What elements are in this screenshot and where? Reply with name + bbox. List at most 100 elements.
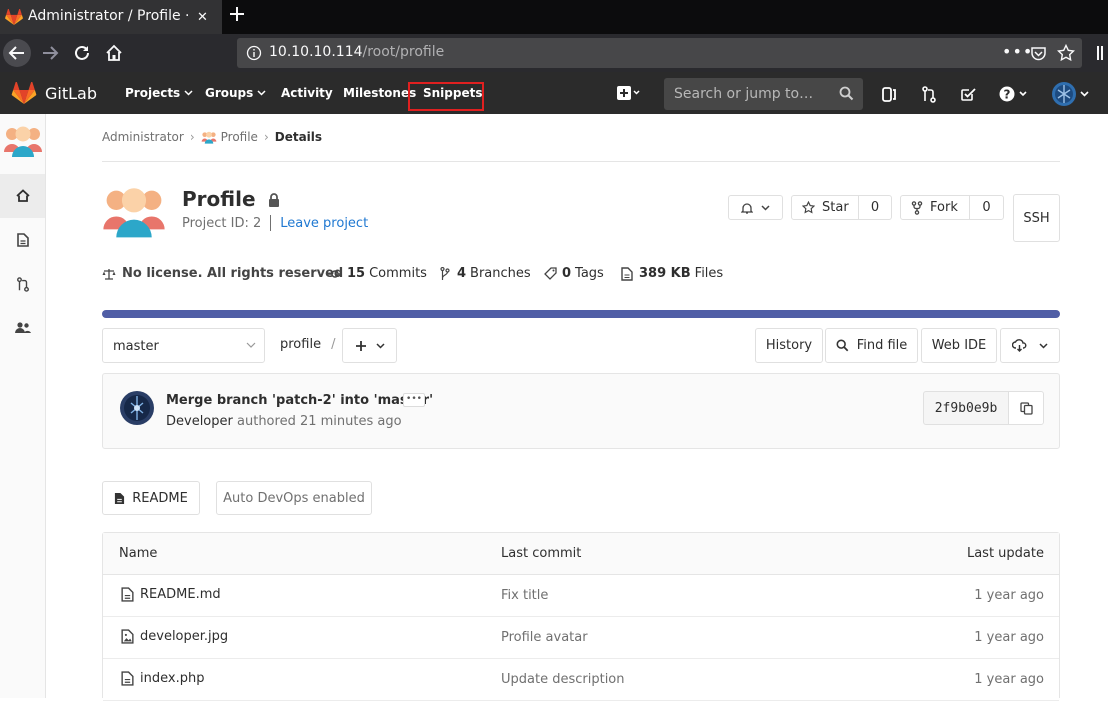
- readme-button[interactable]: README: [102, 481, 200, 515]
- tags-stat[interactable]: 0 Tags: [544, 266, 604, 281]
- commit-author-avatar[interactable]: [120, 391, 154, 425]
- file-tree-table: Name Last commit Last update README.md F…: [102, 532, 1060, 701]
- search-icon: [836, 339, 849, 352]
- commit-message[interactable]: Merge branch 'patch-2' into 'master': [166, 393, 433, 408]
- fork-icon: [911, 200, 923, 215]
- table-header: Name Last commit Last update: [103, 533, 1059, 575]
- file-name[interactable]: README.md: [140, 587, 221, 602]
- license-stat[interactable]: No license. All rights reserved: [102, 266, 347, 281]
- repo-path[interactable]: profile: [280, 337, 321, 352]
- web-ide-button[interactable]: Web IDE: [921, 328, 997, 363]
- new-plus-icon[interactable]: [616, 85, 640, 101]
- file-name-cell[interactable]: developer.jpg: [121, 629, 228, 644]
- url-bar[interactable]: 10.10.10.114/root/profile •••: [237, 38, 1082, 68]
- nav-milestones[interactable]: Milestones: [343, 86, 416, 100]
- cloud-download-icon: [1012, 339, 1027, 352]
- file-name-cell[interactable]: README.md: [121, 587, 221, 602]
- file-last-commit[interactable]: Update description: [501, 672, 625, 687]
- commits-label: Commits: [369, 266, 427, 281]
- nav-groups[interactable]: Groups: [205, 86, 266, 100]
- table-row[interactable]: developer.jpg Profile avatar 1 year ago: [103, 617, 1059, 659]
- repo-path-separator: /: [331, 337, 336, 352]
- nav-activity[interactable]: Activity: [281, 86, 333, 100]
- commits-stat[interactable]: 15 Commits: [328, 266, 427, 281]
- page-actions-icon[interactable]: •••: [1002, 42, 1033, 61]
- auto-devops-button[interactable]: Auto DevOps enabled: [216, 481, 372, 515]
- breadcrumb-profile[interactable]: Profile: [221, 130, 258, 144]
- column-header-last-update: Last update: [966, 546, 1044, 561]
- notification-dropdown[interactable]: [728, 195, 783, 220]
- file-last-commit[interactable]: Profile avatar: [501, 630, 588, 645]
- nav-projects[interactable]: Projects: [125, 86, 193, 100]
- file-name[interactable]: developer.jpg: [140, 629, 228, 644]
- fork-count[interactable]: 0: [969, 195, 1004, 220]
- sidebar-project-avatar[interactable]: [0, 118, 45, 162]
- branches-stat[interactable]: 4 Branches: [440, 266, 531, 281]
- todos-icon[interactable]: [960, 86, 976, 103]
- download-dropdown[interactable]: [1000, 328, 1060, 363]
- table-row[interactable]: index.php Update description 1 year ago: [103, 659, 1059, 701]
- star-count[interactable]: 0: [858, 195, 892, 220]
- project-avatar: [102, 181, 166, 239]
- add-to-tree-dropdown[interactable]: [342, 328, 397, 363]
- commit-time: authored 21 minutes ago: [237, 414, 402, 429]
- file-last-commit[interactable]: Fix title: [501, 588, 548, 603]
- search-icon: [839, 86, 854, 101]
- gitlab-brand[interactable]: GitLab: [45, 84, 97, 103]
- forward-button[interactable]: [38, 34, 62, 72]
- star-button[interactable]: Star: [791, 195, 859, 220]
- search-input[interactable]: Search or jump to…: [664, 78, 863, 110]
- issues-icon[interactable]: [881, 86, 897, 103]
- reload-icon[interactable]: [70, 34, 94, 72]
- file-text-icon: [121, 587, 134, 602]
- sidebar-item-members[interactable]: [0, 306, 45, 350]
- bookmark-star-icon[interactable]: [1057, 44, 1075, 62]
- merge-requests-icon[interactable]: [921, 86, 937, 103]
- breadcrumb: Administrator › Profile › Details: [102, 130, 322, 144]
- sidebar-item-merge-requests[interactable]: [0, 262, 45, 306]
- library-icon[interactable]: [1096, 44, 1108, 62]
- browser-tab-title: Administrator / Profile · G: [28, 8, 193, 24]
- column-header-name: Name: [119, 546, 158, 561]
- copy-sha-button[interactable]: [1008, 391, 1044, 425]
- file-name[interactable]: index.php: [140, 671, 204, 686]
- files-stat[interactable]: 389 KB Files: [621, 266, 723, 281]
- sidebar-item-repository[interactable]: [0, 218, 45, 262]
- help-icon[interactable]: ?: [999, 86, 1031, 103]
- home-icon[interactable]: [102, 34, 126, 72]
- branch-select[interactable]: master: [102, 328, 265, 363]
- file-name-cell[interactable]: index.php: [121, 671, 204, 686]
- home-icon: [15, 189, 30, 202]
- commit-sha[interactable]: 2f9b0e9b: [923, 391, 1009, 425]
- breadcrumb-separator: ›: [189, 130, 195, 144]
- commit-author[interactable]: Developer: [166, 414, 233, 429]
- sidebar-item-project[interactable]: [0, 174, 45, 218]
- new-tab-icon[interactable]: [228, 5, 246, 23]
- table-row[interactable]: README.md Fix title 1 year ago: [103, 575, 1059, 617]
- tag-icon: [544, 267, 557, 280]
- fork-button[interactable]: Fork: [900, 195, 970, 220]
- file-text-icon: [121, 671, 134, 686]
- project-meta: Project ID: 2 Leave project: [182, 215, 368, 231]
- divider: [102, 161, 1060, 162]
- ssh-clone-button[interactable]: SSH: [1013, 194, 1060, 242]
- user-avatar-icon[interactable]: [1052, 81, 1092, 107]
- fork-label: Fork: [930, 200, 958, 215]
- close-tab-icon[interactable]: ✕: [197, 10, 208, 25]
- info-icon[interactable]: [246, 45, 262, 61]
- breadcrumb-separator: ›: [263, 130, 269, 144]
- browser-tab[interactable]: Administrator / Profile · G ✕: [0, 0, 222, 34]
- license-text: No license. All rights reserved: [122, 266, 344, 281]
- commit-expand-button[interactable]: •••: [403, 393, 425, 407]
- pocket-icon[interactable]: [1030, 45, 1047, 62]
- commit-author-line: Developer authored 21 minutes ago: [166, 414, 402, 429]
- bell-icon: [741, 202, 753, 214]
- find-file-button[interactable]: Find file: [825, 328, 918, 363]
- breadcrumb-administrator[interactable]: Administrator: [102, 130, 184, 144]
- history-button[interactable]: History: [755, 328, 823, 363]
- lock-icon: [269, 193, 280, 207]
- leave-project-link[interactable]: Leave project: [280, 216, 368, 231]
- back-button[interactable]: [2, 34, 32, 72]
- gitlab-logo-icon[interactable]: [11, 82, 37, 104]
- branches-label: Branches: [470, 266, 531, 281]
